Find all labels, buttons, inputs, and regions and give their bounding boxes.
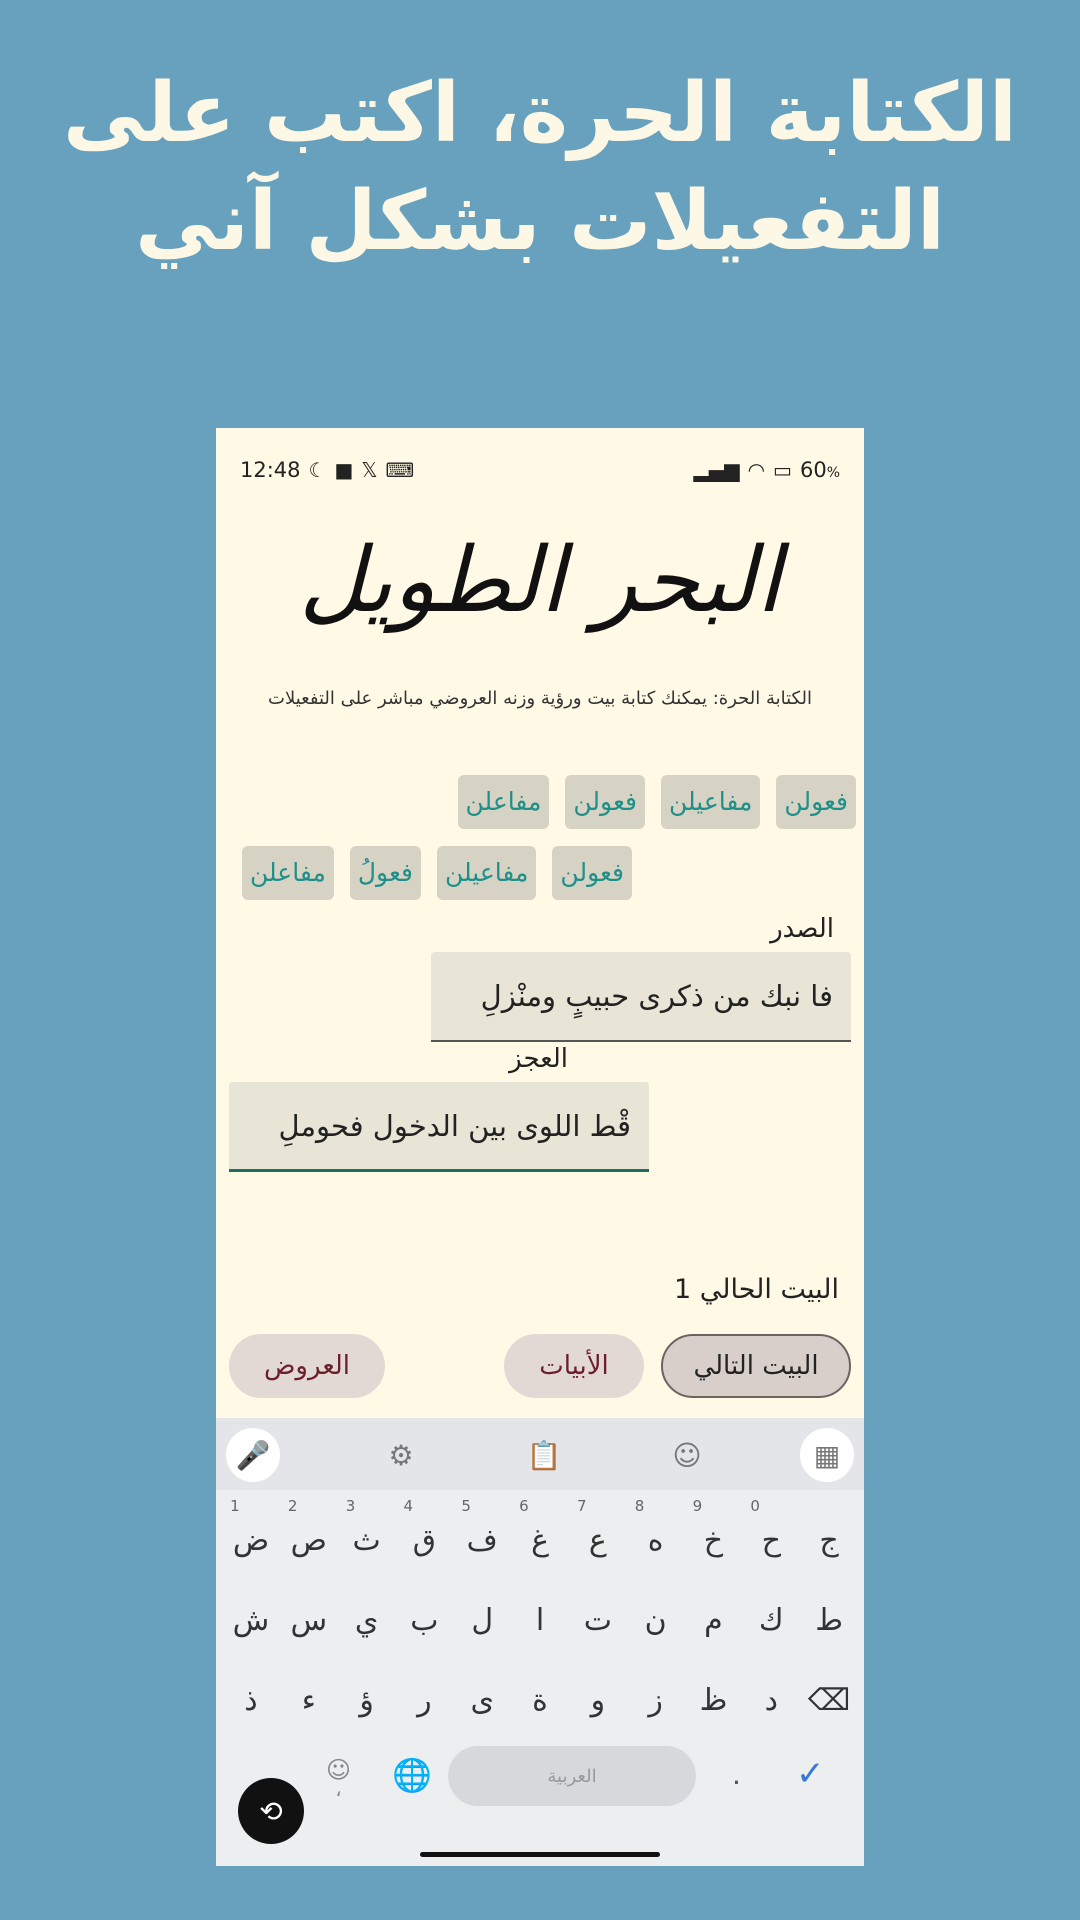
key[interactable]: ت [569,1586,627,1656]
keyboard-toolbar: ▦ ☺ 📋 ⚙ 🎤 [216,1418,864,1490]
keyboard-row-1: ج 0ح 9خ 8ه 7ع 6غ 5ف 4ق 3ث 2ص 1ض [222,1497,858,1576]
taf3ila-row-2: فعولن مفاعيلن فعولُ مفاعلن [242,846,632,900]
key[interactable]: 5ف [453,1497,511,1576]
keyboard-row-2: ط ك م ن ت ا ل ب ي س ش [222,1586,858,1656]
key[interactable]: ذ [222,1666,280,1736]
status-bar: 12:48 ☾ ■ 𝕏 ⌨ ▂▄▆ ◠ ▭ 60% [240,452,840,488]
ajz-field[interactable]: قْط اللوى بين الدخول فحوملِ [229,1082,649,1172]
key[interactable]: ي [338,1586,396,1656]
current-verse: البيت الحالي 1 [673,1274,839,1305]
status-time: 12:48 [240,458,301,482]
key[interactable]: ل [453,1586,511,1656]
key[interactable]: ا [511,1586,569,1656]
key[interactable]: 2ص [280,1497,338,1576]
key[interactable]: 3ث [338,1497,396,1576]
key[interactable]: ط [800,1586,858,1656]
key[interactable]: و [569,1666,627,1736]
key[interactable]: د [742,1666,800,1736]
video-icon: ■ [334,458,354,482]
page-title: البحر الطويل [299,528,781,633]
moon-icon: ☾ [308,458,327,482]
backspace-icon[interactable]: ⌫ [800,1666,858,1736]
key[interactable]: ن [627,1586,685,1656]
key[interactable]: ظ [685,1666,743,1736]
key[interactable]: ز [627,1666,685,1736]
signal-icon: ▂▄▆ [693,458,740,482]
period-key[interactable]: . [732,1758,741,1791]
sticker-icon[interactable]: ☺ [660,1428,714,1482]
key[interactable]: س [280,1586,338,1656]
battery-icon: ▭ [773,458,792,482]
enter-key[interactable]: ✓ [796,1754,825,1794]
key[interactable]: 9خ [685,1497,743,1576]
gear-icon[interactable]: ⚙ [374,1428,428,1482]
headline: الكتابة الحرة، اكتب على التفعيلات بشكل آ… [0,60,1080,276]
key[interactable]: ء [280,1666,338,1736]
battery-level: 60% [799,458,840,482]
key[interactable]: 4ق [396,1497,454,1576]
key[interactable]: ج [800,1506,858,1576]
grid-icon[interactable]: ▦ [800,1428,854,1482]
headline-line2: التفعيلات بشكل آني [135,174,945,269]
x-icon: 𝕏 [361,458,378,482]
prosody-button[interactable]: العروض [229,1334,385,1398]
taf3ila-row-1: فعولن مفاعيلن فعولن مفاعلن [457,775,856,829]
emoji-icon[interactable]: ☺ ، [326,1756,351,1799]
key[interactable]: ر [396,1666,454,1736]
headline-line1: الكتابة الحرة، اكتب على [62,66,1018,161]
ajz-label: العجز [509,1044,568,1074]
sadr-field[interactable]: فا نبك من ذكرى حبيبٍ ومنْزلِ [431,952,851,1042]
home-indicator[interactable] [420,1852,660,1857]
keyboard-icon: ⌨ [385,458,415,482]
key[interactable]: ة [511,1666,569,1736]
taf3ila-chip[interactable]: فعولن [776,775,856,829]
keyboard-row-3: ⌫ د ظ ز و ة ى ر ؤ ء ذ [222,1666,858,1736]
keyboard: ▦ ☺ 📋 ⚙ 🎤 ج 0ح 9خ 8ه 7ع 6غ 5ف 4ق 3ث 2ص 1… [216,1418,864,1866]
clipboard-icon[interactable]: 📋 [517,1428,571,1482]
key[interactable]: 0ح [742,1497,800,1576]
key[interactable]: 1ض [222,1497,280,1576]
key[interactable]: 6غ [511,1497,569,1576]
taf3ila-chip[interactable]: مفاعلن [242,846,334,900]
mic-icon[interactable]: 🎤 [226,1428,280,1482]
key[interactable]: ب [396,1586,454,1656]
next-verse-button[interactable]: البيت التالي [661,1334,851,1398]
taf3ila-chip[interactable]: مفاعيلن [660,775,761,829]
taf3ila-chip[interactable]: مفاعلن [457,775,550,829]
taf3ila-chip[interactable]: فعولُ [349,846,421,900]
sadr-label: الصدر [770,914,834,944]
wifi-icon: ◠ [747,458,766,482]
key[interactable]: م [685,1586,743,1656]
key[interactable]: ؤ [338,1666,396,1736]
verses-button[interactable]: الأبيات [504,1334,644,1398]
taf3ila-chip[interactable]: فعولن [565,775,645,829]
taf3ila-chip[interactable]: فعولن [552,846,632,900]
phone-screen: 12:48 ☾ ■ 𝕏 ⌨ ▂▄▆ ◠ ▭ 60% البحر الطويل ا… [216,428,864,1866]
rotate-icon[interactable]: ⟲ [238,1778,304,1844]
key[interactable]: ى [453,1666,511,1736]
key[interactable]: ش [222,1586,280,1656]
taf3ila-chip[interactable]: مفاعيلن [436,846,537,900]
page-subtitle: الكتابة الحرة: يمكنك كتابة بيت ورؤية وزن… [268,688,812,709]
space-bar[interactable]: العربية [448,1746,696,1806]
key[interactable]: ك [742,1586,800,1656]
globe-icon[interactable]: 🌐 [392,1756,432,1794]
key[interactable]: 7ع [569,1497,627,1576]
key[interactable]: 8ه [627,1497,685,1576]
